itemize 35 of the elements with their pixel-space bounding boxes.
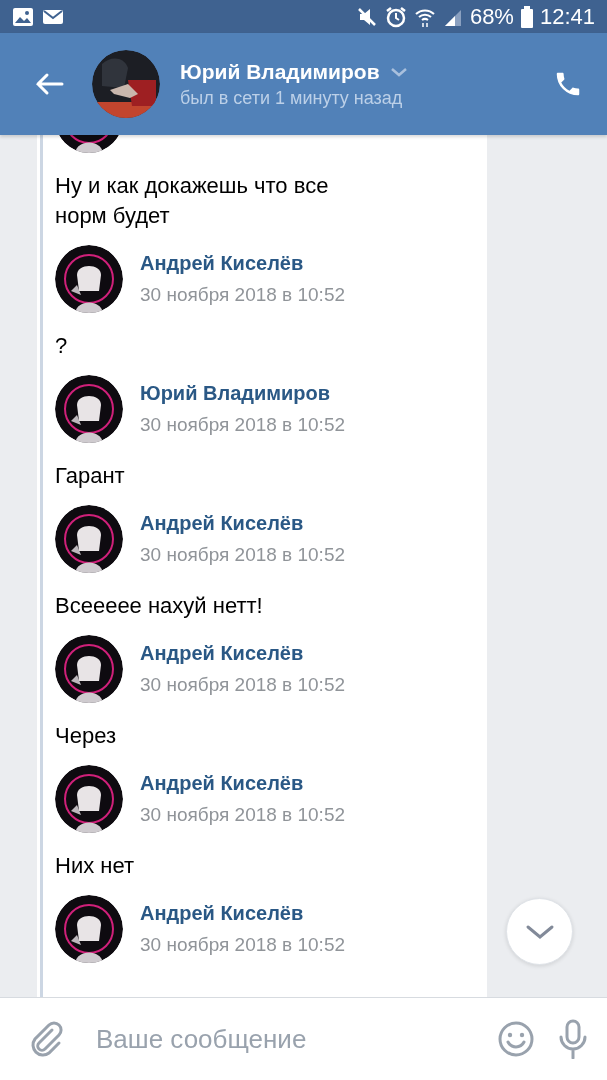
battery-percent: 68% — [469, 3, 514, 30]
mute-icon — [355, 5, 378, 28]
message-date: 30 ноября 2018 в 10:52 — [140, 414, 346, 436]
scroll-down-button[interactable] — [506, 898, 573, 965]
image-icon — [12, 6, 34, 27]
paperclip-icon[interactable] — [30, 1020, 64, 1058]
author-name[interactable]: Андрей Киселёв — [140, 772, 346, 796]
message-date: 30 ноября 2018 в 10:52 — [140, 934, 346, 956]
message-text: Всеееее нахуй нетт! — [55, 592, 263, 620]
message-text: Гарант — [55, 462, 125, 490]
message-text: ? — [55, 332, 68, 360]
message-input-field[interactable]: Ваше сообщение — [86, 1023, 475, 1055]
alarm-icon — [384, 5, 407, 28]
battery-icon — [520, 5, 533, 28]
message-date: 30 ноября 2018 в 10:52 — [140, 674, 346, 696]
contact-name[interactable]: Юрий Владимиров — [180, 59, 380, 84]
chevron-down-icon — [524, 923, 555, 940]
author-name[interactable]: Андрей Киселёв — [140, 252, 346, 276]
message-date: 30 ноября 2018 в 10:52 — [140, 804, 346, 826]
chevron-down-icon[interactable] — [389, 66, 408, 77]
message-date: 30 ноября 2018 в 10:52 — [140, 544, 346, 566]
message-text: Через — [55, 722, 116, 750]
message-text: Них нет — [55, 852, 135, 880]
message-text: Ну и как докажешь что все норм будет — [55, 172, 330, 230]
smiley-icon[interactable] — [497, 1020, 535, 1058]
author-name[interactable]: Андрей Киселёв — [140, 902, 346, 926]
mail-icon — [42, 8, 64, 25]
microphone-icon[interactable] — [557, 1019, 589, 1059]
author-name[interactable]: Юрий Владимиров — [140, 382, 346, 406]
last-seen-status: был в сети 1 минуту назад — [180, 87, 404, 109]
clock-time: 12:41 — [539, 3, 595, 30]
author-name[interactable]: Андрей Киселёв — [140, 642, 346, 666]
message-date: 30 ноября 2018 в 10:52 — [140, 284, 346, 306]
author-name[interactable]: Андрей Киселёв — [140, 512, 346, 536]
back-arrow-icon[interactable] — [34, 72, 64, 96]
